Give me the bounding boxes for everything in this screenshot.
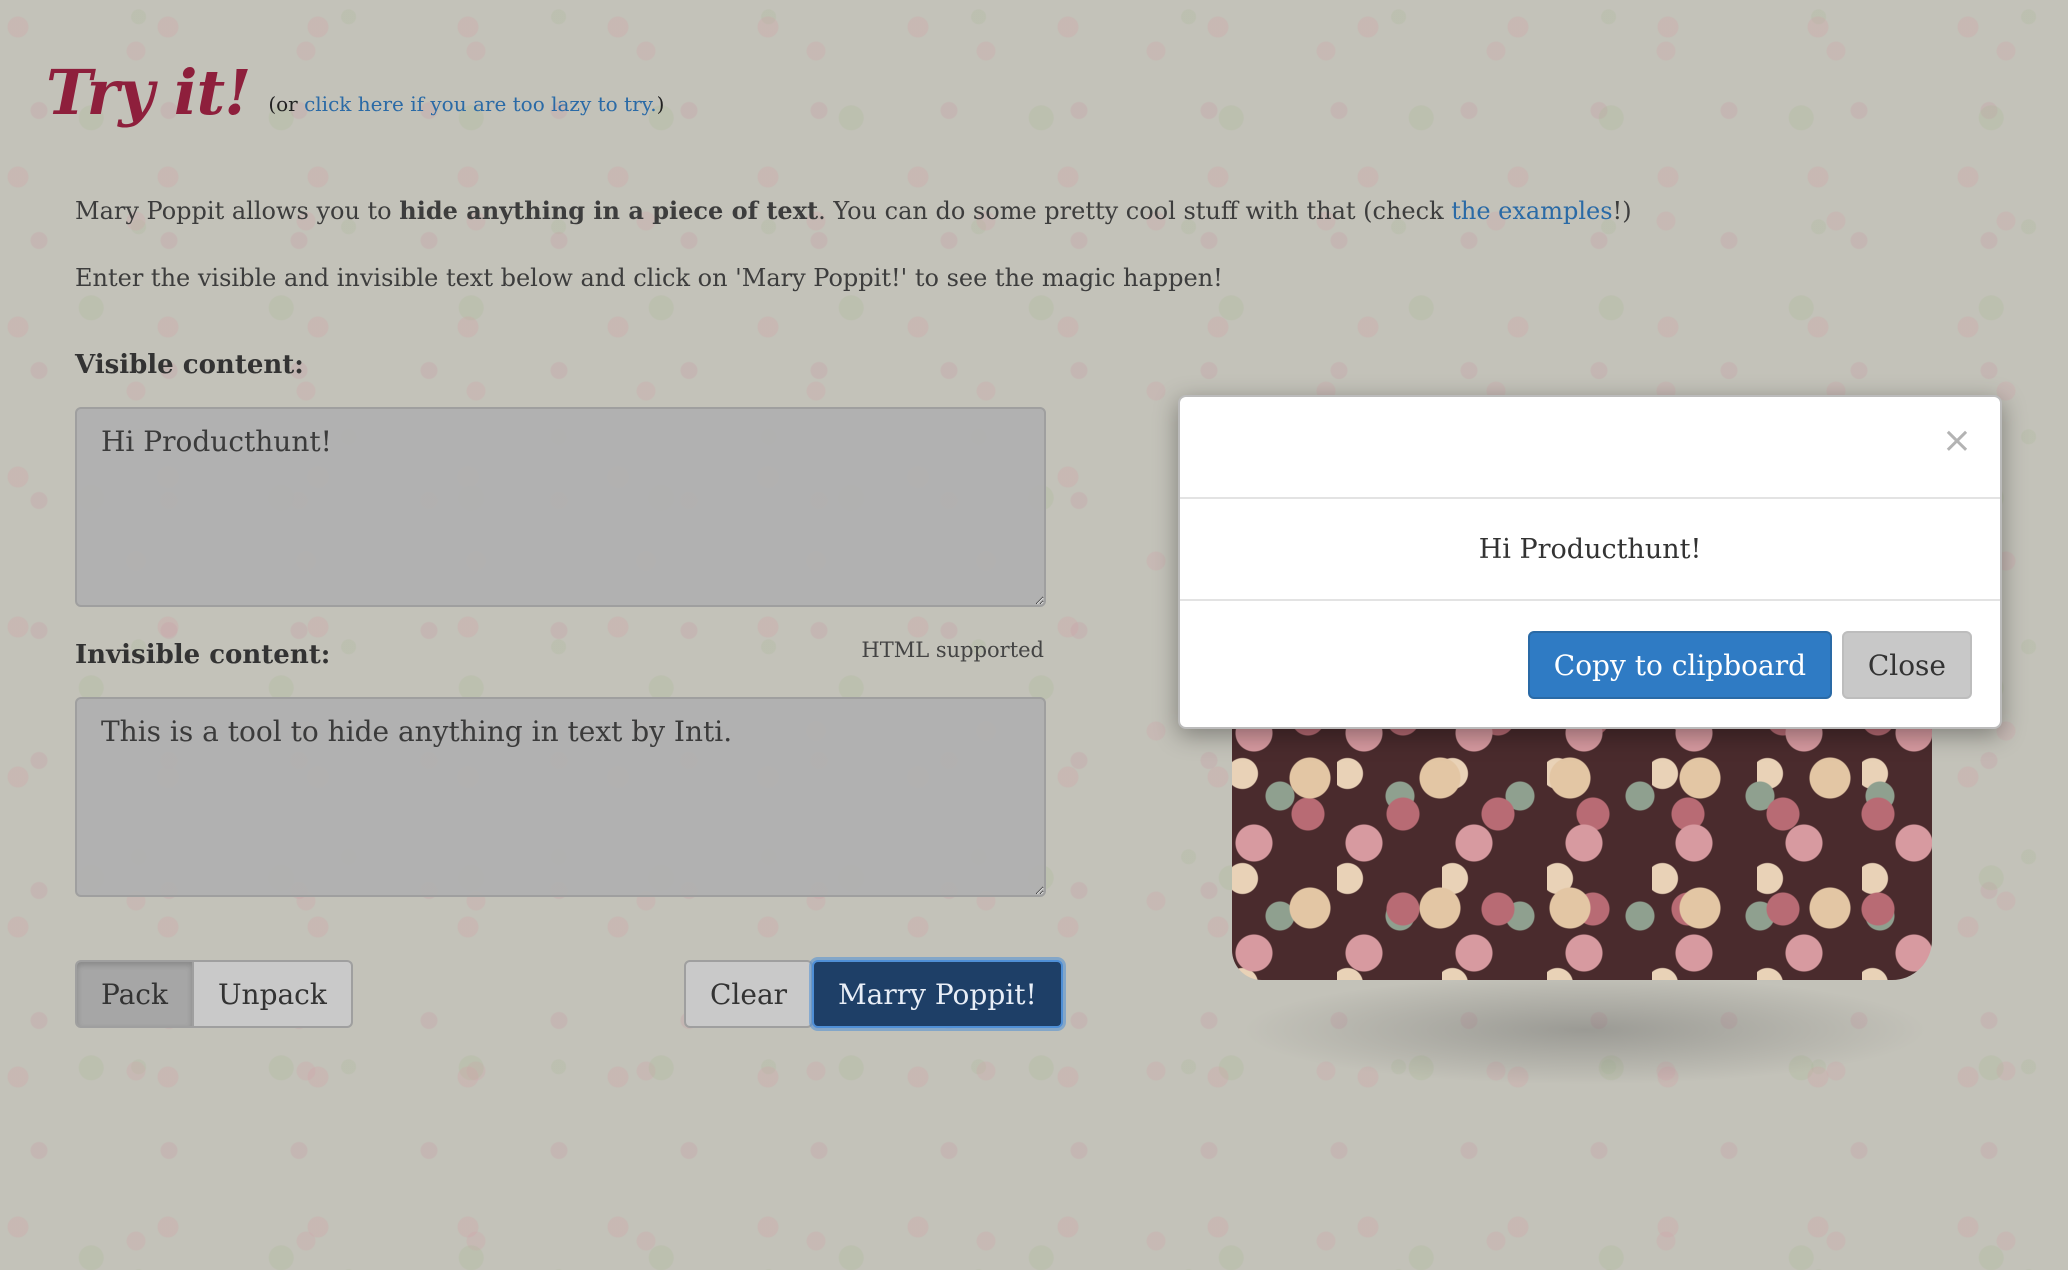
- close-button[interactable]: Close: [1841, 631, 1972, 699]
- modal-header: ×: [1180, 397, 2000, 499]
- lazy-note: (or click here if you are too lazy to tr…: [268, 92, 664, 116]
- result-modal: × Hi Producthunt! Copy to clipboard Clos…: [1178, 395, 2002, 729]
- instruction-text: Enter the visible and invisible text bel…: [75, 264, 1223, 292]
- clear-button[interactable]: Clear: [684, 960, 814, 1028]
- visible-content-input[interactable]: Hi Producthunt!: [75, 407, 1046, 607]
- intro-part-3: !): [1612, 197, 1632, 225]
- intro-part-1: Mary Poppit allows you to: [75, 197, 400, 225]
- page-title: Try it!: [46, 56, 251, 129]
- title-row: Try it! (or click here if you are too la…: [46, 62, 664, 124]
- marry-poppit-button[interactable]: Marry Poppit!: [812, 960, 1063, 1028]
- close-icon[interactable]: ×: [1942, 423, 1972, 459]
- carpet-bag-image: [1232, 700, 1932, 980]
- pack-button[interactable]: Pack: [75, 960, 194, 1028]
- lazy-prefix: (or: [268, 92, 305, 116]
- examples-link[interactable]: the examples: [1451, 197, 1612, 225]
- html-supported-hint: HTML supported: [861, 638, 1044, 662]
- copy-to-clipboard-button[interactable]: Copy to clipboard: [1527, 631, 1832, 699]
- modal-body: Hi Producthunt!: [1180, 499, 2000, 601]
- lazy-suffix: ): [656, 92, 665, 116]
- result-text: Hi Producthunt!: [1478, 533, 1702, 565]
- modal-footer: Copy to clipboard Close: [1180, 601, 2000, 729]
- intro-bold: hide anything in a piece of text: [399, 196, 819, 225]
- invisible-content-label: Invisible content:: [75, 640, 331, 670]
- lazy-link[interactable]: click here if you are too lazy to try.: [304, 92, 657, 116]
- intro-part-2: . You can do some pretty cool stuff with…: [818, 197, 1452, 225]
- invisible-content-input[interactable]: This is a tool to hide anything in text …: [75, 697, 1046, 897]
- visible-content-label: Visible content:: [75, 350, 304, 380]
- unpack-button[interactable]: Unpack: [193, 960, 353, 1028]
- bag-shadow: [1240, 975, 1930, 1085]
- intro-text: Mary Poppit allows you to hide anything …: [75, 196, 1632, 225]
- pack-mode-toggle: Pack Unpack: [75, 960, 353, 1028]
